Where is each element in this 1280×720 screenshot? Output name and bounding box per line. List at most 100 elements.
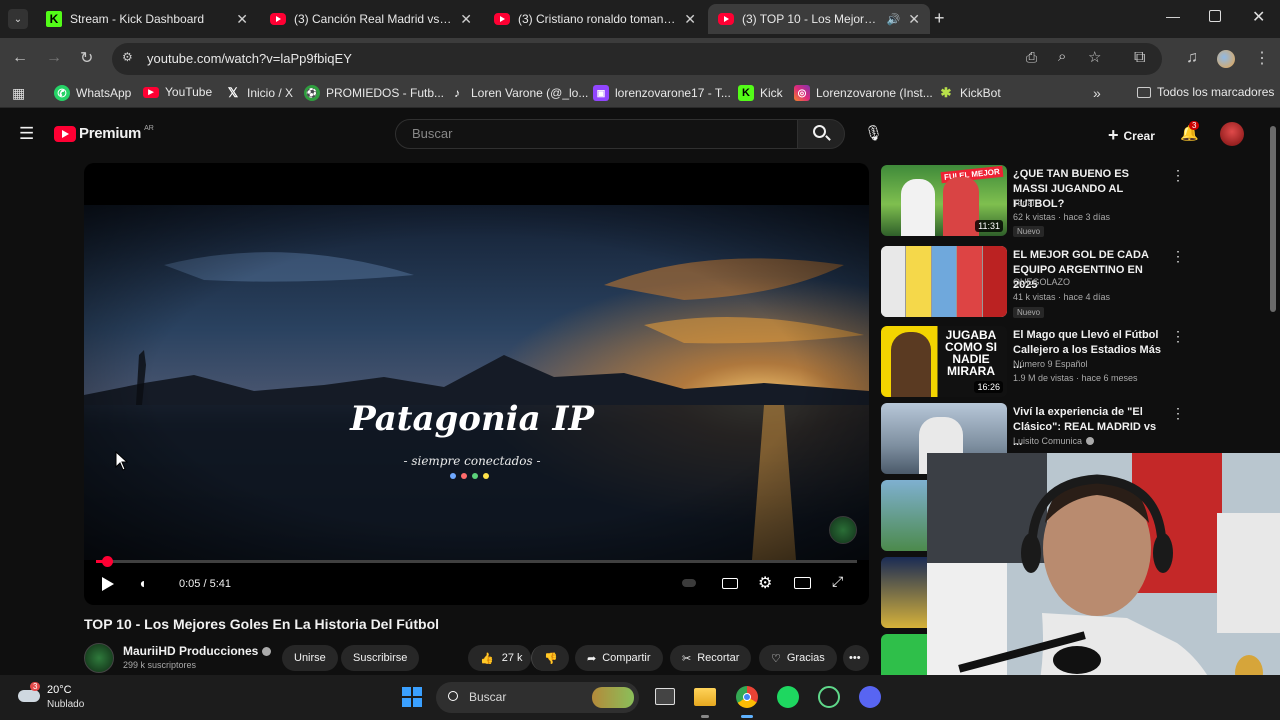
video-thumbnail[interactable] (881, 557, 927, 628)
like-button[interactable]: 👍 27 k (468, 645, 531, 671)
media-control-icon[interactable]: ♫ (1186, 49, 1198, 67)
kick-icon: K (738, 85, 754, 101)
recommendation-item[interactable]: EL MEJOR GOL DE CADA EQUIPO ARGENTINO EN… (881, 246, 1185, 318)
rec-channel[interactable]: Número 9 Español (1013, 359, 1088, 369)
close-window-button[interactable]: ✕ (1252, 7, 1265, 27)
overlay-dots (450, 473, 489, 479)
notifications-button[interactable]: 🔔 3 (1180, 121, 1200, 143)
channel-watermark[interactable] (829, 516, 857, 544)
share-button[interactable]: ➦ Compartir (575, 645, 663, 671)
menu-dots-icon[interactable]: ⋮ (1254, 48, 1270, 68)
channel-name[interactable]: MauriiHD Producciones (123, 644, 272, 658)
discord-icon[interactable] (859, 686, 881, 708)
reload-icon[interactable]: ↻ (80, 48, 93, 68)
chevron-down-icon: ⌄ (13, 13, 23, 25)
start-button[interactable] (402, 687, 422, 707)
app-icon[interactable] (818, 686, 840, 708)
browser-tab[interactable]: (3) Cristiano ronaldo tomando ✕ (484, 4, 706, 34)
subtitles-icon[interactable] (722, 578, 738, 589)
video-thumbnail[interactable]: FUI EL MEJOR 11:31 (881, 165, 1007, 236)
apps-grid-icon[interactable]: ▦ (12, 85, 25, 102)
volume-icon[interactable]: ◖ (138, 575, 146, 591)
join-button[interactable]: Unirse (282, 645, 338, 671)
scissors-icon: ✂ (682, 652, 692, 665)
video-thumbnail[interactable] (881, 634, 927, 675)
miniplayer-icon[interactable] (794, 577, 811, 589)
weather-widget[interactable]: 3 20°C Nublado (16, 682, 96, 714)
minimize-button[interactable]: — (1166, 8, 1180, 24)
browser-tab[interactable]: K Stream - Kick Dashboard ✕ (36, 4, 258, 34)
forward-icon[interactable]: → (46, 49, 62, 67)
more-vert-icon[interactable]: ⋮ (1171, 405, 1185, 422)
thumbnail-person (901, 179, 935, 236)
close-icon[interactable]: ✕ (684, 11, 696, 28)
youtube-logo[interactable]: Premium AR (54, 125, 154, 142)
bookmark-whatsapp[interactable]: ✆ WhatsApp (54, 85, 131, 101)
tab-search-button[interactable]: ⌄ (8, 9, 28, 29)
back-icon[interactable]: ← (12, 49, 28, 67)
bookmark-tiktok[interactable]: ♪ Loren Varone (@_lo... (449, 85, 588, 101)
dislike-button[interactable]: 👎 (531, 645, 569, 671)
more-vert-icon[interactable]: ⋮ (1171, 248, 1185, 265)
fullscreen-icon[interactable]: ⤢ (832, 573, 843, 590)
bookmark-kick[interactable]: K Kick (738, 85, 783, 101)
rec-channel[interactable]: Tonali (1013, 198, 1037, 208)
progress-scrubber[interactable] (102, 556, 113, 567)
more-vert-icon[interactable]: ⋮ (1171, 328, 1185, 345)
close-icon[interactable]: ✕ (908, 11, 920, 28)
new-tab-button[interactable]: + (934, 8, 945, 29)
bookmark-x[interactable]: 𝕏 Inicio / X (225, 85, 293, 101)
subscribe-button[interactable]: Suscribirse (341, 645, 420, 671)
close-icon[interactable]: ✕ (236, 11, 248, 28)
recommendation-item[interactable]: JUGABA COMO SI NADIE MIRARA 16:26 El Mag… (881, 326, 1185, 398)
video-thumbnail[interactable] (881, 246, 1007, 317)
avatar[interactable] (1220, 122, 1244, 146)
maximize-button[interactable] (1209, 10, 1221, 22)
extensions-icon[interactable]: ⧉ (1134, 49, 1145, 67)
spotify-icon[interactable] (777, 686, 799, 708)
browser-tab[interactable]: (3) Canción Real Madrid vs Barc ✕ (260, 4, 482, 34)
settings-gear-icon[interactable]: ⚙ (758, 573, 772, 593)
rec-channel[interactable]: Luisito Comunica (1013, 436, 1095, 446)
channel-avatar[interactable] (84, 643, 114, 673)
more-vert-icon[interactable]: ⋮ (1171, 167, 1185, 184)
speaker-icon[interactable]: 🔊 (887, 13, 901, 26)
clip-button[interactable]: ✂ Recortar (670, 645, 752, 671)
bookmark-kickbot[interactable]: ✱ KickBot (938, 85, 1001, 101)
thumbnail-person (891, 332, 931, 397)
taskbar-search[interactable]: Buscar (436, 682, 639, 713)
progress-bar[interactable] (96, 560, 857, 563)
profile-avatar[interactable] (1217, 50, 1235, 68)
thanks-button[interactable]: ♡ Gracias (759, 645, 837, 671)
bookmark-twitch[interactable]: ▣ lorenzovarone17 - T... (593, 85, 731, 101)
bookmark-instagram[interactable]: ◎ Lorenzovarone (Inst... (794, 85, 933, 101)
all-bookmarks-folder[interactable]: Todos los marcadores (1137, 85, 1274, 99)
site-info-icon[interactable]: ⚙ (122, 50, 133, 64)
address-bar[interactable]: ⚙ youtube.com/watch?v=laPp9fbiqEY ⎙ ⌕ ☆ (112, 43, 1162, 75)
bookmark-youtube[interactable]: ▶ YouTube (143, 85, 212, 99)
page-scrollbar[interactable] (1270, 126, 1276, 312)
video-thumbnail[interactable] (881, 480, 927, 551)
file-explorer-icon[interactable] (694, 688, 716, 706)
search-input[interactable]: Buscar (395, 119, 798, 149)
rec-channel[interactable]: QUEGOLAZO (1013, 277, 1070, 287)
browser-tab-active[interactable]: (3) TOP 10 - Los Mejores Go 🔊 ✕ (708, 4, 930, 34)
create-button[interactable]: + Crear (1108, 125, 1155, 146)
recommendation-item[interactable]: FUI EL MEJOR 11:31 ¿QUE TAN BUENO ES MAS… (881, 165, 1185, 237)
video-thumbnail[interactable]: JUGABA COMO SI NADIE MIRARA 16:26 (881, 326, 1007, 397)
close-icon[interactable]: ✕ (460, 11, 472, 28)
bookmark-promiedos[interactable]: ⚽ PROMIEDOS - Futb... (304, 85, 444, 101)
install-app-icon[interactable]: ⎙ (1026, 49, 1037, 66)
autoplay-toggle[interactable] (682, 579, 696, 587)
hamburger-menu-icon[interactable]: ☰ (19, 124, 34, 144)
voice-search-icon[interactable]: 🎙 (864, 124, 883, 142)
video-player[interactable]: Patagonia IP - siempre conectados - ◖ 0:… (84, 163, 869, 605)
play-icon[interactable] (102, 577, 114, 591)
bookmark-star-icon[interactable]: ☆ (1088, 48, 1101, 66)
search-button[interactable] (797, 119, 845, 149)
thumbs-up-icon: 👍 (480, 652, 494, 665)
zoom-icon[interactable]: ⌕ (1058, 48, 1066, 65)
task-view-icon[interactable] (655, 688, 675, 705)
more-bookmarks-icon[interactable]: » (1093, 85, 1101, 101)
more-actions-button[interactable]: ••• (843, 645, 869, 671)
